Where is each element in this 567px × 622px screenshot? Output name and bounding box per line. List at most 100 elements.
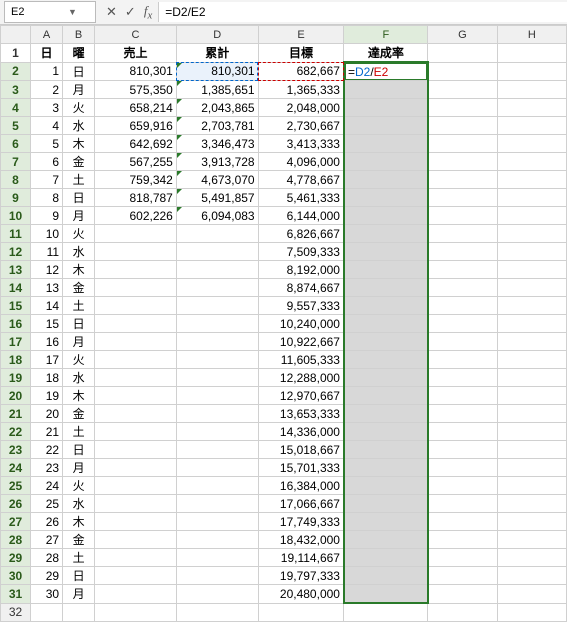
cell[interactable] bbox=[428, 44, 497, 63]
cell[interactable] bbox=[428, 387, 497, 405]
cell[interactable] bbox=[497, 99, 566, 117]
row-header[interactable]: 22 bbox=[1, 423, 31, 441]
table-row[interactable]: 2827金18,432,000 bbox=[1, 531, 567, 549]
cell[interactable]: 16,384,000 bbox=[258, 477, 344, 495]
table-row[interactable]: 1413金8,874,667 bbox=[1, 279, 567, 297]
cell[interactable] bbox=[497, 279, 566, 297]
cell[interactable]: 1 bbox=[31, 62, 63, 81]
cell[interactable] bbox=[428, 207, 497, 225]
cell[interactable]: 21 bbox=[31, 423, 63, 441]
cell[interactable]: 2,043,865 bbox=[176, 99, 258, 117]
cell[interactable]: 水 bbox=[63, 369, 95, 387]
cell[interactable]: 10,240,000 bbox=[258, 315, 344, 333]
cell[interactable] bbox=[344, 441, 428, 459]
cell[interactable] bbox=[95, 441, 177, 459]
cell[interactable] bbox=[176, 441, 258, 459]
cell[interactable] bbox=[428, 99, 497, 117]
cell[interactable]: 658,214 bbox=[95, 99, 177, 117]
cell[interactable]: 28 bbox=[31, 549, 63, 567]
cell[interactable]: 火 bbox=[63, 99, 95, 117]
table-row[interactable]: 43火658,2142,043,8652,048,000 bbox=[1, 99, 567, 117]
table-row[interactable]: 65木642,6923,346,4733,413,333 bbox=[1, 135, 567, 153]
row-header[interactable]: 10 bbox=[1, 207, 31, 225]
cell[interactable]: 4,778,667 bbox=[258, 171, 344, 189]
cell[interactable]: 602,226 bbox=[95, 207, 177, 225]
cell[interactable] bbox=[497, 585, 566, 604]
row-header[interactable]: 11 bbox=[1, 225, 31, 243]
cell[interactable] bbox=[344, 225, 428, 243]
cell[interactable]: 火 bbox=[63, 477, 95, 495]
row-header[interactable]: 3 bbox=[1, 81, 31, 99]
cell[interactable]: 8,874,667 bbox=[258, 279, 344, 297]
cell[interactable] bbox=[428, 405, 497, 423]
cell[interactable]: 682,667 bbox=[258, 62, 344, 81]
cell[interactable] bbox=[344, 297, 428, 315]
cell[interactable] bbox=[497, 81, 566, 99]
cell[interactable]: 11,605,333 bbox=[258, 351, 344, 369]
cell[interactable]: 水 bbox=[63, 243, 95, 261]
cell[interactable]: 2 bbox=[31, 81, 63, 99]
cell[interactable] bbox=[428, 62, 497, 81]
cell[interactable] bbox=[497, 297, 566, 315]
cell[interactable] bbox=[428, 225, 497, 243]
cell[interactable]: 4,096,000 bbox=[258, 153, 344, 171]
cell[interactable] bbox=[344, 369, 428, 387]
cell[interactable] bbox=[497, 531, 566, 549]
table-row[interactable]: 1514土9,557,333 bbox=[1, 297, 567, 315]
cell[interactable] bbox=[344, 477, 428, 495]
row-header[interactable]: 17 bbox=[1, 333, 31, 351]
cell[interactable] bbox=[344, 387, 428, 405]
table-row[interactable]: 3130月20,480,000 bbox=[1, 585, 567, 604]
table-row[interactable]: 3029日19,797,333 bbox=[1, 567, 567, 585]
cell[interactable] bbox=[428, 243, 497, 261]
cell[interactable] bbox=[428, 333, 497, 351]
table-row[interactable]: 2120金13,653,333 bbox=[1, 405, 567, 423]
row-header[interactable]: 9 bbox=[1, 189, 31, 207]
cell[interactable] bbox=[497, 315, 566, 333]
cell[interactable]: 3,913,728 bbox=[176, 153, 258, 171]
row-header[interactable]: 16 bbox=[1, 315, 31, 333]
table-row[interactable]: 2019木12,970,667 bbox=[1, 387, 567, 405]
cell[interactable] bbox=[497, 477, 566, 495]
cell[interactable] bbox=[428, 279, 497, 297]
cell[interactable]: 1,365,333 bbox=[258, 81, 344, 99]
row-header[interactable]: 6 bbox=[1, 135, 31, 153]
cell[interactable]: 火 bbox=[63, 225, 95, 243]
cell[interactable]: 累計 bbox=[176, 44, 258, 63]
table-row[interactable]: 32 bbox=[1, 603, 567, 622]
cell[interactable] bbox=[428, 81, 497, 99]
cell[interactable]: 土 bbox=[63, 297, 95, 315]
cell[interactable]: 月 bbox=[63, 459, 95, 477]
cell[interactable]: 8 bbox=[31, 189, 63, 207]
cell[interactable] bbox=[176, 531, 258, 549]
row-header[interactable]: 24 bbox=[1, 459, 31, 477]
cell[interactable] bbox=[344, 495, 428, 513]
cell[interactable]: 19,797,333 bbox=[258, 567, 344, 585]
cell[interactable] bbox=[428, 441, 497, 459]
cell[interactable]: 5 bbox=[31, 135, 63, 153]
table-row[interactable]: 1312木8,192,000 bbox=[1, 261, 567, 279]
cell[interactable]: 土 bbox=[63, 171, 95, 189]
cell[interactable]: 17,066,667 bbox=[258, 495, 344, 513]
row-header[interactable]: 5 bbox=[1, 117, 31, 135]
cell[interactable]: 2,048,000 bbox=[258, 99, 344, 117]
cell[interactable]: 25 bbox=[31, 495, 63, 513]
cell[interactable] bbox=[497, 225, 566, 243]
cell[interactable] bbox=[428, 315, 497, 333]
select-all-corner[interactable] bbox=[1, 26, 31, 44]
cell[interactable]: 30 bbox=[31, 585, 63, 604]
cell[interactable] bbox=[344, 531, 428, 549]
cell[interactable] bbox=[428, 423, 497, 441]
cell[interactable] bbox=[344, 279, 428, 297]
cell[interactable]: 20,480,000 bbox=[258, 585, 344, 604]
cell[interactable] bbox=[428, 261, 497, 279]
cell[interactable]: 24 bbox=[31, 477, 63, 495]
table-row[interactable]: 2322日15,018,667 bbox=[1, 441, 567, 459]
cell[interactable] bbox=[176, 603, 258, 622]
cell[interactable]: 3,413,333 bbox=[258, 135, 344, 153]
cell[interactable]: 7,509,333 bbox=[258, 243, 344, 261]
cell[interactable] bbox=[95, 279, 177, 297]
cell[interactable] bbox=[497, 495, 566, 513]
cell[interactable] bbox=[176, 423, 258, 441]
cell[interactable]: 13 bbox=[31, 279, 63, 297]
